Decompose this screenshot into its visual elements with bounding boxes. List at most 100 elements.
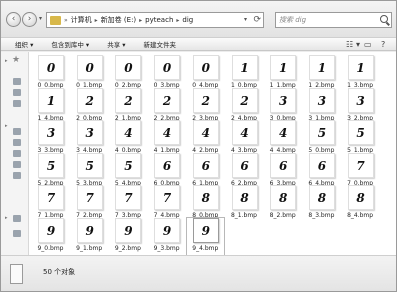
file-name: 8_4.bmp [347, 212, 374, 219]
pictures-icon[interactable] [13, 150, 21, 157]
file-item[interactable]: 1 1_1.bmp [264, 55, 301, 92]
file-item[interactable]: 2 2_4.bmp [226, 87, 263, 125]
breadcrumb-separator[interactable]: ▸ [139, 17, 142, 24]
file-item[interactable]: 4 4_4.bmp [264, 120, 301, 157]
bmp-thumbnail: 5 [76, 152, 103, 178]
organize-button[interactable]: 组织 ▾ [11, 39, 37, 49]
music-icon[interactable] [13, 172, 21, 179]
file-item[interactable]: 2 2_2.bmp [148, 87, 185, 125]
file-item[interactable]: 6 6_3.bmp [264, 152, 301, 190]
breadcrumb-separator[interactable]: » [64, 17, 68, 24]
recent-pages-dropdown[interactable]: ▾ [39, 15, 42, 22]
preview-pane-icon[interactable]: ▭ [364, 40, 372, 49]
file-item[interactable]: 9 9_3.bmp [148, 217, 185, 255]
file-item[interactable]: 9 9_4.bmp [185, 216, 225, 256]
file-item[interactable]: 8 8_4.bmp [342, 185, 379, 222]
file-item[interactable]: 2 2_1.bmp [109, 87, 146, 125]
breadcrumb-drive[interactable]: 新加卷 (E:) [101, 15, 136, 25]
downloads-icon[interactable] [13, 89, 21, 96]
file-item[interactable]: 0 0_4.bmp [187, 55, 224, 92]
file-item[interactable]: 2 2_0.bmp [71, 87, 108, 125]
bmp-thumbnail: 8 [231, 185, 258, 210]
file-item[interactable]: 6 6_2.bmp [226, 152, 263, 190]
file-item[interactable]: 7 7_1.bmp [32, 185, 69, 222]
search-icon[interactable] [380, 15, 388, 23]
favorites-star-icon[interactable]: ★ [12, 55, 20, 65]
help-icon[interactable]: ? [381, 40, 385, 49]
videos-icon[interactable] [13, 139, 21, 146]
file-item[interactable]: 4 4_2.bmp [187, 120, 224, 157]
file-item[interactable]: 8 8_2.bmp [264, 185, 301, 222]
file-item[interactable]: 7 7_2.bmp [71, 185, 108, 222]
file-item[interactable]: 5 5_4.bmp [109, 152, 146, 190]
bmp-thumbnail: 7 [154, 185, 181, 210]
share-button[interactable]: 共享 ▾ [103, 39, 129, 49]
file-item[interactable]: 0 0_1.bmp [71, 55, 108, 92]
bmp-thumbnail: 0 [192, 55, 219, 80]
breadcrumb-dig[interactable]: dig [182, 16, 193, 24]
navigation-pane: ★ ▸ ▸ ▸ [1, 52, 29, 255]
homegroup-icon[interactable] [13, 215, 21, 222]
recent-places-icon[interactable] [13, 100, 21, 107]
breadcrumb-separator[interactable]: ▸ [176, 17, 179, 24]
file-item[interactable]: 1 1_2.bmp [303, 55, 340, 92]
file-item[interactable]: 1 1_4.bmp [32, 87, 69, 125]
documents-icon[interactable] [13, 161, 21, 168]
file-item[interactable]: 7 7_3.bmp [109, 185, 146, 222]
bmp-thumbnail: 2 [115, 87, 142, 113]
expand-icon[interactable]: ▸ [5, 215, 8, 221]
include-in-library-button[interactable]: 包含到库中 ▾ [47, 39, 93, 49]
file-item[interactable]: 5 5_1.bmp [342, 120, 379, 157]
file-item[interactable]: 7 7_4.bmp [148, 185, 185, 222]
file-item[interactable]: 5 5_2.bmp [32, 152, 69, 190]
address-path[interactable]: » 计算机 ▸ 新加卷 (E:) ▸ pyteach ▸ dig ▾ ⟳ [46, 12, 264, 28]
breadcrumb-computer[interactable]: 计算机 [71, 15, 92, 25]
chevron-down-icon[interactable]: ▾ [244, 16, 247, 23]
file-item[interactable]: 3 3_2.bmp [342, 87, 379, 125]
file-item[interactable]: 1 1_0.bmp [226, 55, 263, 92]
file-item[interactable]: 5 5_3.bmp [71, 152, 108, 190]
file-item[interactable]: 4 4_1.bmp [148, 120, 185, 157]
file-item[interactable]: 6 6_1.bmp [187, 152, 224, 190]
file-item[interactable]: 9 9_2.bmp [109, 217, 146, 255]
file-item[interactable]: 3 3_3.bmp [32, 120, 69, 157]
file-item[interactable]: 8 8_0.bmp [187, 185, 224, 222]
bmp-thumbnail: 0 [154, 55, 181, 80]
file-item[interactable]: 0 0_2.bmp [109, 55, 146, 92]
file-item[interactable]: 9 9_1.bmp [71, 217, 108, 255]
file-item[interactable]: 4 4_0.bmp [109, 120, 146, 157]
breadcrumb-pyteach[interactable]: pyteach [145, 16, 173, 24]
file-item[interactable]: 2 2_3.bmp [187, 87, 224, 125]
explorer-window: ‹ › ▾ » 计算机 ▸ 新加卷 (E:) ▸ pyteach ▸ dig ▾… [0, 0, 397, 292]
back-button[interactable]: ‹ [6, 12, 21, 27]
file-item[interactable]: 3 3_1.bmp [303, 87, 340, 125]
file-item[interactable]: 9 9_0.bmp [32, 217, 69, 255]
file-item[interactable]: 8 8_3.bmp [303, 185, 340, 222]
refresh-icon[interactable]: ⟳ [253, 15, 261, 25]
search-input[interactable]: 搜索 dig [275, 12, 392, 28]
computer-icon[interactable] [13, 230, 21, 237]
item-count: 50 个对象 [43, 268, 76, 276]
file-item[interactable]: 0 0_3.bmp [148, 55, 185, 92]
file-item[interactable]: 6 6_4.bmp [303, 152, 340, 190]
expand-icon[interactable]: ▸ [5, 123, 8, 129]
forward-button[interactable]: › [22, 12, 37, 27]
desktop-icon[interactable] [13, 78, 21, 85]
file-item[interactable]: 0 0_0.bmp [32, 55, 69, 92]
file-item[interactable]: 3 3_4.bmp [71, 120, 108, 157]
file-item[interactable]: 3 3_0.bmp [264, 87, 301, 125]
file-item[interactable]: 5 5_0.bmp [303, 120, 340, 157]
file-name: 9_0.bmp [37, 244, 64, 252]
file-item[interactable]: 7 7_0.bmp [342, 152, 379, 190]
file-item[interactable]: 6 6_0.bmp [148, 152, 185, 190]
expand-icon[interactable]: ▸ [5, 58, 8, 64]
file-item[interactable]: 4 4_3.bmp [226, 120, 263, 157]
new-folder-button[interactable]: 新建文件夹 [140, 39, 181, 49]
library-icon[interactable] [13, 128, 21, 135]
file-item[interactable]: 8 8_1.bmp [226, 185, 263, 222]
breadcrumb-separator[interactable]: ▸ [95, 17, 98, 24]
address-bar-area: ‹ › ▾ » 计算机 ▸ 新加卷 (E:) ▸ pyteach ▸ dig ▾… [1, 1, 396, 37]
view-options-icon[interactable]: ☷ [346, 40, 353, 49]
file-item[interactable]: 1 1_3.bmp [342, 55, 379, 92]
view-dropdown-icon[interactable]: ▾ [356, 40, 360, 49]
